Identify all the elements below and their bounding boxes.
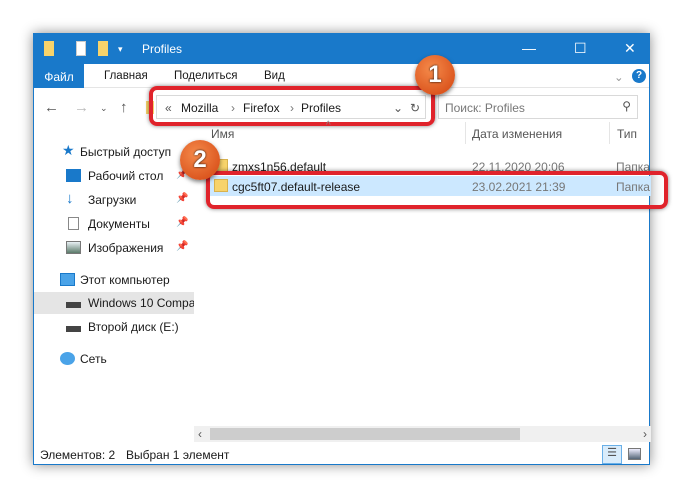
forward-button[interactable]: → bbox=[74, 99, 89, 116]
network-icon bbox=[60, 352, 75, 365]
column-divider[interactable] bbox=[609, 122, 610, 144]
highlight-address bbox=[149, 86, 435, 126]
help-icon[interactable]: ? bbox=[632, 69, 646, 83]
step-badge-1: 1 bbox=[415, 55, 455, 95]
maximize-button[interactable]: ☐ bbox=[574, 40, 587, 57]
up-button[interactable]: ↑ bbox=[120, 99, 128, 116]
pin-icon[interactable]: 📌 bbox=[176, 217, 188, 228]
status-bar: Элементов: 2 Выбран 1 элемент ☰ bbox=[34, 444, 649, 466]
properties-icon[interactable] bbox=[76, 41, 86, 56]
sidebar-item-label: Документы bbox=[88, 217, 150, 231]
sidebar-item-pictures[interactable]: Изображения 📌 bbox=[34, 237, 194, 259]
expand-ribbon-icon[interactable]: ⌄ bbox=[614, 70, 624, 84]
column-header-date[interactable]: Дата изменения bbox=[472, 127, 562, 147]
sidebar-item-this-pc[interactable]: Этот компьютер bbox=[34, 269, 194, 291]
scroll-left-arrow[interactable]: ‹ bbox=[198, 427, 202, 441]
sidebar-item-label: Сеть bbox=[80, 352, 107, 366]
title-bar: ▾ Profiles — ☐ ✕ bbox=[34, 34, 649, 64]
large-icons-view-button[interactable] bbox=[628, 448, 641, 460]
back-button[interactable]: ← bbox=[44, 99, 59, 116]
sidebar-item-second-drive[interactable]: Второй диск (E:) bbox=[34, 316, 194, 338]
sort-arrow-icon: ^ bbox=[326, 120, 331, 131]
close-button[interactable]: ✕ bbox=[624, 40, 636, 57]
sidebar-item-label: Второй диск (E:) bbox=[88, 320, 179, 334]
sidebar-item-desktop[interactable]: Рабочий стол 📌 bbox=[34, 165, 194, 187]
column-header-name[interactable]: Имя bbox=[211, 127, 234, 147]
sidebar-item-label: Загрузки bbox=[88, 193, 137, 207]
search-placeholder: Поиск: Profiles bbox=[445, 101, 525, 115]
recent-chevron-icon[interactable]: ⌄ bbox=[100, 103, 108, 114]
sidebar-item-windows-drive[interactable]: Windows 10 Compa bbox=[34, 292, 194, 314]
star-icon: ★ bbox=[62, 142, 75, 158]
sidebar-item-network[interactable]: Сеть bbox=[34, 348, 194, 370]
explorer-window: ▾ Profiles — ☐ ✕ Файл Главная Поделиться… bbox=[33, 33, 668, 466]
sidebar-item-documents[interactable]: Документы 📌 bbox=[34, 213, 194, 235]
drive-icon bbox=[66, 302, 81, 308]
search-icon: ⚲ bbox=[622, 99, 631, 113]
sidebar-item-label: Рабочий стол bbox=[88, 169, 164, 183]
minimize-button[interactable]: — bbox=[522, 40, 536, 56]
sidebar-item-label: Изображения bbox=[88, 241, 164, 255]
drive-icon bbox=[66, 326, 81, 332]
documents-icon bbox=[68, 217, 79, 230]
column-header-type[interactable]: Тип bbox=[617, 127, 637, 147]
window-title: Profiles bbox=[142, 42, 183, 56]
tab-view[interactable]: Вид bbox=[264, 70, 285, 82]
pin-icon[interactable]: 📌 bbox=[176, 193, 188, 204]
item-count: Элементов: 2 bbox=[40, 448, 116, 462]
sidebar-item-downloads[interactable]: ↓ Загрузки 📌 bbox=[34, 189, 194, 211]
desktop-icon bbox=[66, 169, 81, 182]
tab-share[interactable]: Поделиться bbox=[174, 70, 238, 82]
tab-home[interactable]: Главная bbox=[104, 70, 148, 82]
sidebar-item-label: Быстрый доступ bbox=[80, 145, 172, 159]
scrollbar-thumb[interactable] bbox=[210, 428, 520, 440]
sidebar-item-label: Этот компьютер bbox=[80, 273, 170, 287]
pin-icon[interactable]: 📌 bbox=[176, 241, 188, 252]
pictures-icon bbox=[66, 241, 81, 254]
column-divider[interactable] bbox=[465, 122, 466, 144]
highlight-file bbox=[206, 171, 668, 209]
customize-chevron-icon[interactable]: ▾ bbox=[118, 44, 123, 55]
sidebar-item-quick-access[interactable]: ★ Быстрый доступ bbox=[34, 141, 194, 163]
sidebar-item-label: Windows 10 Compa bbox=[88, 296, 194, 310]
new-folder-icon[interactable] bbox=[98, 41, 108, 56]
step-badge-2: 2 bbox=[180, 140, 220, 180]
horizontal-scrollbar[interactable]: ‹ › bbox=[194, 426, 651, 442]
download-icon: ↓ bbox=[66, 190, 74, 207]
details-view-button[interactable]: ☰ bbox=[602, 445, 622, 464]
computer-icon bbox=[60, 273, 75, 286]
scroll-right-arrow[interactable]: › bbox=[643, 427, 647, 441]
folder-icon bbox=[44, 41, 54, 56]
tab-file[interactable]: Файл bbox=[34, 64, 84, 88]
ribbon: Файл Главная Поделиться Вид ⌄ ? bbox=[34, 64, 649, 88]
search-input[interactable]: Поиск: Profiles ⚲ bbox=[438, 95, 638, 119]
selection-status: Выбран 1 элемент bbox=[126, 448, 230, 462]
